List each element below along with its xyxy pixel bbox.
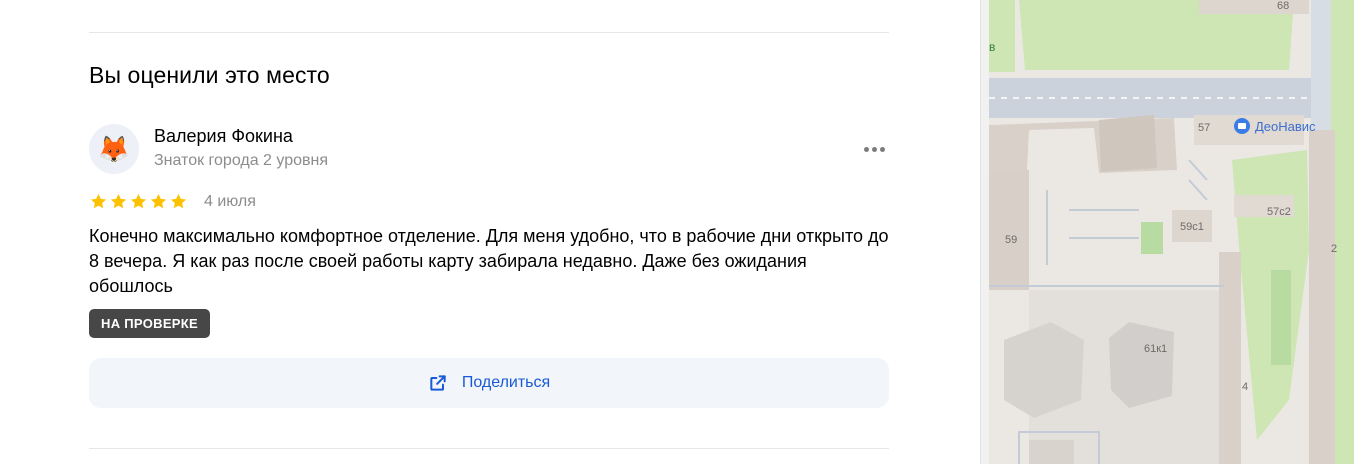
map-label-57: 57: [1198, 122, 1210, 134]
star-icon: [90, 193, 107, 209]
star-icon: [170, 193, 187, 209]
review-text: Конечно максимально комфортное отделение…: [89, 226, 889, 296]
map-label-61k1: 61к1: [1144, 343, 1167, 355]
section-title: Вы оценили это место: [89, 62, 330, 88]
map-label-59: 59: [1005, 234, 1017, 246]
share-external-icon: [430, 375, 446, 391]
place-reviews-panel: Вы оценили это место 🦊 Валерия Фокина Зн…: [0, 0, 980, 464]
divider: [89, 32, 889, 33]
map-label-edge: в: [989, 40, 995, 54]
avatar[interactable]: 🦊: [89, 124, 139, 174]
share-label: Поделиться: [461, 374, 551, 391]
divider: [89, 448, 889, 449]
share-button[interactable]: Поделиться: [89, 358, 889, 408]
map-canvas[interactable]: 68 в 57 ДеоНавис 57с2 59с1 59 2 61к1 4: [989, 0, 1354, 464]
star-icon: [130, 193, 147, 209]
map-view[interactable]: 68 в 57 ДеоНавис 57с2 59с1 59 2 61к1 4: [989, 0, 1354, 464]
star-icon: [150, 193, 167, 209]
review-author-name[interactable]: Валерия Фокина: [154, 126, 293, 147]
map-label-57c2: 57с2: [1267, 206, 1291, 218]
rating-stars: [89, 192, 188, 211]
more-options-button[interactable]: [860, 140, 888, 158]
map-label-59c1: 59с1: [1180, 221, 1204, 233]
more-horizontal-icon: [863, 146, 869, 152]
star-icon: [110, 193, 127, 209]
poi-deonavis[interactable]: ДеоНавис: [1234, 118, 1316, 134]
map-label-68: 68: [1277, 0, 1289, 12]
review-date: 4 июля: [204, 193, 256, 210]
author-level: Знаток города 2 уровня: [154, 152, 329, 169]
map-label-2: 2: [1331, 243, 1337, 255]
poi-label: ДеоНавис: [1255, 119, 1316, 134]
map-label-4: 4: [1242, 381, 1248, 393]
status-badge: НА ПРОВЕРКЕ: [89, 309, 210, 338]
